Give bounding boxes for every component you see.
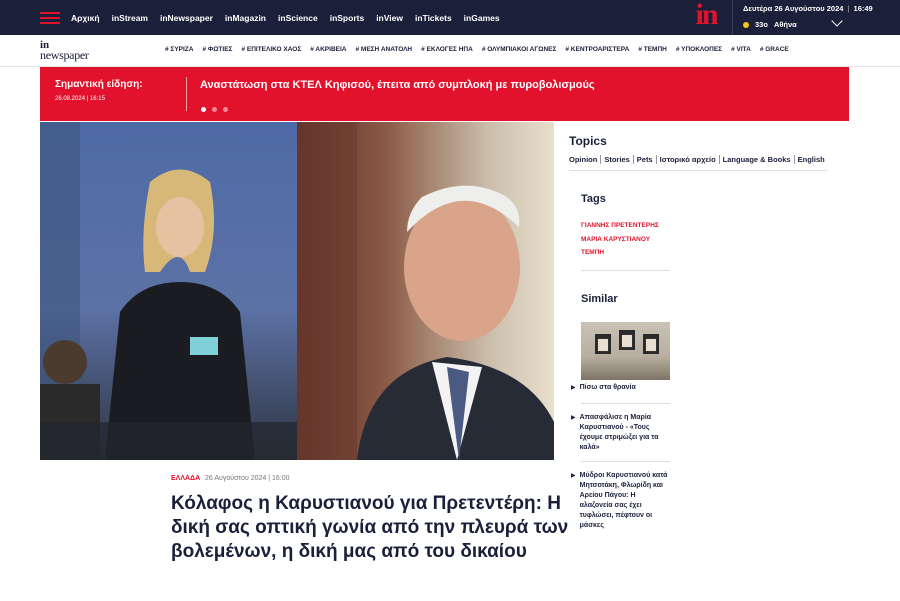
- hashtag-link[interactable]: # ΤΕΜΠΗ: [638, 46, 667, 53]
- topic-link[interactable]: Pets: [634, 155, 657, 164]
- similar-article-title: Απασφάλισε η Μαρία Καρυστιανού - «Τους έ…: [579, 414, 659, 451]
- hashtag-link[interactable]: # VITA: [731, 46, 751, 53]
- divider: [581, 403, 670, 404]
- tag-link[interactable]: ΤΕΜΠΗ: [581, 249, 604, 256]
- topic-link[interactable]: Language & Books: [720, 155, 795, 164]
- nav-science[interactable]: inScience: [278, 13, 318, 23]
- hashtag-link[interactable]: # ΑΚΡΙΒΕΙΑ: [310, 46, 346, 53]
- weather-widget[interactable]: 33ο Αθήνα: [743, 20, 797, 29]
- nav-home[interactable]: Αρχική: [71, 13, 100, 23]
- tag-link[interactable]: ΜΑΡΙΑ ΚΑΡΥΣΤΙΑΝΟΥ: [581, 236, 650, 243]
- section-bar: in newspaper # ΣΥΡΙΖΑ # ΦΩΤΙΕΣ # ΕΠΙΤΕΛΙ…: [0, 35, 900, 67]
- breaking-news-banner: Σημαντική είδηση: 26.08.2024 | 16:15 Ανα…: [40, 67, 849, 121]
- divider: [581, 461, 670, 462]
- topics-heading: Topics: [569, 134, 607, 148]
- hashtag-link[interactable]: # ΚΕΝΤΡΟΑΡΙΣΤΕΡΑ: [565, 46, 629, 53]
- similar-thumbnail[interactable]: [581, 322, 670, 380]
- hashtag-link[interactable]: # ΥΠΟΚΛΟΠΕΣ: [676, 46, 722, 53]
- hashtag-link[interactable]: # ΣΥΡΙΖΑ: [165, 46, 193, 53]
- bullet-icon: ▶: [571, 415, 576, 421]
- nav-newspaper[interactable]: inNewspaper: [160, 13, 213, 23]
- newspaper-logo[interactable]: in newspaper: [40, 40, 89, 62]
- carousel-dot[interactable]: [201, 107, 206, 112]
- date-time: Δευτέρα 26 Αυγούστου 2024 | 16:49: [743, 4, 873, 13]
- tag-link[interactable]: ΓΙΑΝΝΗΣ ΠΡΕΤΕΝΤΕΡΗΣ: [581, 222, 659, 229]
- breaking-time: 26.08.2024 | 16:15: [55, 96, 105, 102]
- article-date: 26 Αυγούστου 2024 | 16:00: [205, 475, 290, 482]
- photo-left-woman: [40, 122, 297, 460]
- nav-view[interactable]: inView: [376, 13, 403, 23]
- article-hero-image: [40, 122, 554, 460]
- current-date: Δευτέρα 26 Αυγούστου 2024: [743, 4, 844, 13]
- topic-link[interactable]: Opinion: [569, 155, 602, 164]
- topics-list: Opinion Stories Pets Ιστορικό αρχείο Lan…: [569, 155, 828, 164]
- carousel-dot[interactable]: [223, 107, 228, 112]
- hashtag-link[interactable]: # ΟΛΥΜΠΙΑΚΟΙ ΑΓΩΝΕΣ: [482, 46, 557, 53]
- nav-magazin[interactable]: inMagazin: [225, 13, 266, 23]
- menu-icon[interactable]: [40, 12, 60, 24]
- top-nav-links: Αρχική inStream inNewspaper inMagazin in…: [71, 0, 500, 35]
- carousel-dots: [201, 107, 228, 112]
- nav-games[interactable]: inGames: [464, 13, 500, 23]
- hashtag-link[interactable]: # ΜΕΣΗ ΑΝΑΤΟΛΗ: [355, 46, 412, 53]
- similar-article-title: Μύδροι Καρυστιανού κατά Μητσοτάκη, Φλωρί…: [579, 472, 668, 529]
- top-navigation-bar: Αρχική inStream inNewspaper inMagazin in…: [0, 0, 900, 35]
- divider: [569, 170, 827, 171]
- breaking-headline[interactable]: Αναστάτωση στα ΚΤΕΛ Κηφισού, έπειτα από …: [200, 79, 595, 91]
- topic-link[interactable]: Stories: [601, 155, 634, 164]
- hashtag-link[interactable]: # GRACE: [760, 46, 789, 53]
- similar-article-link[interactable]: ▶ Απασφάλισε η Μαρία Καρυστιανού - «Τους…: [571, 413, 668, 453]
- sun-icon: [743, 21, 749, 28]
- nav-stream[interactable]: inStream: [112, 13, 148, 23]
- similar-article-title: Πίσω στα θρανία: [579, 384, 636, 391]
- divider: [732, 0, 733, 35]
- divider: [186, 77, 187, 111]
- site-logo[interactable]: in: [690, 0, 722, 30]
- similar-article-link[interactable]: ▶ Πίσω στα θρανία: [571, 383, 668, 393]
- hashtag-link[interactable]: # ΦΩΤΙΕΣ: [202, 46, 232, 53]
- tags-heading: Tags: [581, 193, 606, 205]
- city: Αθήνα: [773, 20, 797, 29]
- nav-sports[interactable]: inSports: [330, 13, 364, 23]
- breaking-label: Σημαντική είδηση:: [55, 79, 143, 90]
- logo-line-newspaper: newspaper: [40, 48, 89, 62]
- divider: [581, 270, 670, 271]
- bullet-icon: ▶: [571, 385, 576, 391]
- article-category[interactable]: ΕΛΛΑΔΑ: [171, 475, 200, 482]
- similar-heading: Similar: [581, 293, 618, 305]
- article-title: Κόλαφος η Καρυστιανού για Πρετεντέρη: Η …: [171, 493, 569, 562]
- photo-right-man: [297, 122, 554, 460]
- similar-article-link[interactable]: ▶ Μύδροι Καρυστιανού κατά Μητσοτάκη, Φλω…: [571, 471, 668, 531]
- nav-tickets[interactable]: inTickets: [415, 13, 452, 23]
- carousel-dot[interactable]: [212, 107, 217, 112]
- current-time: 16:49: [853, 4, 873, 13]
- topic-link[interactable]: Ιστορικό αρχείο: [657, 155, 720, 164]
- hashtag-link[interactable]: # ΕΠΙΤΕΛΙΚΟ ΧΑΟΣ: [241, 46, 301, 53]
- hashtag-nav: # ΣΥΡΙΖΑ # ΦΩΤΙΕΣ # ΕΠΙΤΕΛΙΚΟ ΧΑΟΣ # ΑΚΡ…: [165, 46, 789, 53]
- temperature: 33ο: [755, 20, 768, 29]
- chevron-down-icon[interactable]: [831, 15, 843, 27]
- hashtag-link[interactable]: # ΕΚΛΟΓΕΣ ΗΠΑ: [421, 46, 473, 53]
- bullet-icon: ▶: [571, 473, 576, 479]
- topic-link[interactable]: English: [795, 155, 828, 164]
